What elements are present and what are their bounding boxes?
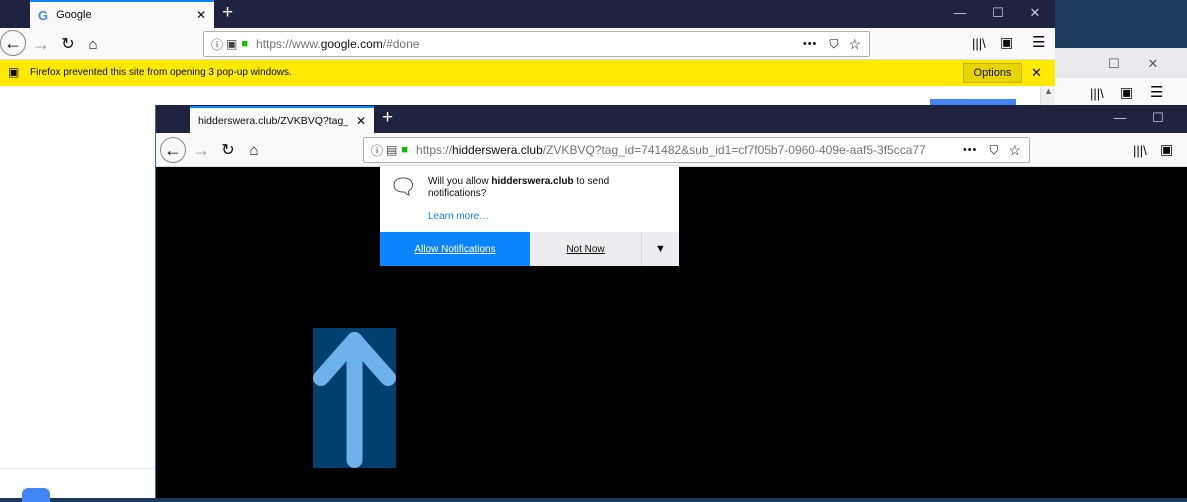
google-minimize-button[interactable]: — [940, 5, 980, 20]
google-info-icon[interactable]: ⓘ [211, 36, 223, 53]
up-arrow-box [313, 328, 396, 468]
google-shield-icon [22, 488, 50, 502]
notification-prompt: 🗨 Will you allow hidderswera.club to sen… [380, 166, 679, 266]
popup-pocket-icon[interactable]: ⛉ [989, 143, 998, 158]
popup-back-button[interactable]: ← [160, 137, 186, 163]
google-page-actions-icon[interactable]: ••• [803, 38, 818, 50]
google-left-divider [0, 468, 155, 469]
popup-notification-permission-icon[interactable]: ▤ [386, 143, 397, 157]
google-url[interactable]: https://www.google.com/#done [256, 37, 419, 51]
popup-urlbar[interactable]: ⓘ ▤ ■ https://hidderswera.club/ZVKBVQ?ta… [363, 137, 1030, 163]
google-back-button[interactable]: ← [0, 30, 26, 56]
notification-speech-icon: 🗨 [389, 174, 417, 199]
bg-menu-icon[interactable]: ☰ [1150, 83, 1163, 101]
popup-library-icon[interactable]: |||\ [1133, 143, 1147, 158]
notification-message: Will you allow hidderswera.club to send … [428, 176, 610, 199]
popup-maximize-button[interactable]: ☐ [1138, 110, 1178, 126]
popup-options-button[interactable]: Options [963, 63, 1022, 83]
popup-tab-title: hidderswera.club/ZVKBVQ?tag_id= [198, 114, 348, 127]
google-pocket-icon[interactable]: ⛉ [829, 37, 838, 52]
google-lock-icon: ■ [241, 38, 249, 50]
google-reload-button[interactable]: ↻ [55, 31, 81, 57]
popup-forward-button[interactable]: → [188, 137, 214, 163]
popup-tab[interactable]: hidderswera.club/ZVKBVQ?tag_id= ✕ [190, 106, 374, 133]
google-forward-button[interactable]: → [28, 31, 54, 57]
popup-tab-close-icon[interactable]: ✕ [356, 114, 366, 128]
popup-new-tab-button[interactable]: + [382, 107, 393, 129]
google-urlbar[interactable]: ⓘ ▣ ■ https://www.google.com/#done ••• ⛉… [203, 31, 870, 57]
google-maximize-button[interactable]: ☐ [978, 5, 1018, 21]
bg-sidebar-icon[interactable]: ▣ [1120, 84, 1133, 101]
popup-navbar: ← → ↻ ⌂ ⓘ ▤ ■ https://hidderswera.club/Z… [156, 133, 1187, 167]
up-arrow-icon [313, 332, 396, 468]
google-library-icon[interactable]: |||\ [972, 36, 986, 51]
bg-maximize-button[interactable]: ☐ [1094, 56, 1134, 72]
popup-blocked-bar: ▣ Firefox prevented this site from openi… [0, 60, 1055, 86]
popup-blocked-text: Firefox prevented this site from opening… [30, 67, 292, 78]
popup-sidebar-icon[interactable]: ▣ [1160, 141, 1173, 158]
popup-page-actions-icon[interactable]: ••• [963, 144, 978, 156]
background-window-right: ☐ ✕ |||\ ▣ ☰ [1040, 48, 1187, 108]
allow-notifications-button[interactable]: Allow Notifications [380, 232, 530, 266]
popup-url[interactable]: https://hidderswera.club/ZVKBVQ?tag_id=7… [416, 143, 926, 157]
more-options-chevron-icon[interactable]: ▼ [641, 232, 679, 266]
bg-library-icon[interactable]: |||\ [1090, 86, 1104, 101]
google-tab[interactable]: G Google ✕ [30, 0, 214, 28]
google-menu-icon[interactable]: ☰ [1032, 33, 1045, 51]
google-new-tab-button[interactable]: + [222, 2, 233, 24]
google-bookmark-star-icon[interactable]: ☆ [848, 36, 861, 53]
popup-reload-button[interactable]: ↻ [215, 137, 241, 163]
popup-window: hidderswera.club/ZVKBVQ?tag_id= ✕ + — ☐ … [155, 105, 1187, 498]
popup-bar-close-icon[interactable]: ✕ [1031, 65, 1042, 81]
bg-close-button[interactable]: ✕ [1133, 56, 1173, 72]
popup-bookmark-star-icon[interactable]: ☆ [1008, 142, 1021, 159]
google-permissions-icon[interactable]: ▣ [226, 37, 237, 51]
google-tab-title: Google [56, 9, 92, 21]
google-sidebar-icon[interactable]: ▣ [1000, 34, 1013, 51]
popup-lock-icon: ■ [401, 144, 409, 156]
learn-more-link[interactable]: Learn more… [428, 211, 489, 222]
popup-info-icon[interactable]: ⓘ [371, 142, 383, 159]
google-tab-close-icon[interactable]: ✕ [196, 8, 206, 22]
google-home-icon[interactable]: ⌂ [80, 31, 106, 57]
not-now-button[interactable]: Not Now [530, 232, 641, 266]
popup-minimize-button[interactable]: — [1100, 110, 1140, 125]
popup-blocked-icon: ▣ [8, 65, 20, 79]
google-navbar: ← → ↻ ⌂ ⓘ ▣ ■ https://www.google.com/#do… [0, 28, 1055, 60]
popup-home-icon[interactable]: ⌂ [241, 137, 267, 163]
google-g-icon: G [38, 7, 49, 23]
google-close-button[interactable]: ✕ [1015, 5, 1055, 21]
